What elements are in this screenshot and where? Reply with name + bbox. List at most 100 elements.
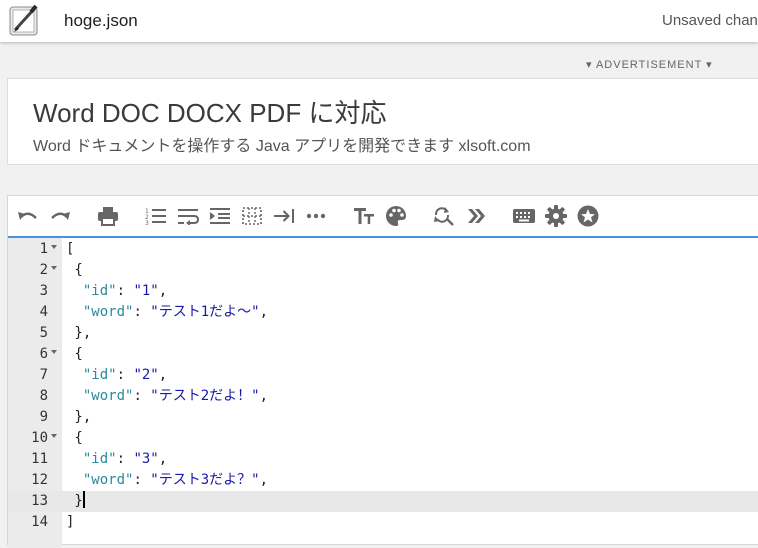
json-string-value: "1" bbox=[133, 283, 159, 299]
save-status: Unsaved changes bbox=[662, 12, 758, 29]
json-separator: : bbox=[133, 472, 151, 488]
code-text[interactable]: }, bbox=[66, 323, 91, 344]
json-comma: , bbox=[259, 304, 269, 320]
code-text[interactable]: "id": "2", bbox=[66, 365, 167, 386]
text-size-icon[interactable] bbox=[352, 205, 376, 227]
line-number: 4 bbox=[39, 304, 48, 320]
json-key: "id" bbox=[82, 367, 117, 383]
json-bracket: } bbox=[66, 493, 83, 509]
json-bracket: { bbox=[66, 430, 83, 446]
code-text[interactable]: }, bbox=[66, 407, 91, 428]
tab-icon[interactable] bbox=[272, 205, 296, 227]
numbered-list-icon[interactable]: 123 bbox=[144, 205, 168, 227]
line-number: 6 bbox=[39, 346, 48, 362]
code-line[interactable]: 8 "word": "テスト2だよ！", bbox=[8, 386, 758, 407]
code-line[interactable]: 4 "word": "テスト1だよ～", bbox=[8, 302, 758, 323]
json-string-value: "テスト2だよ！" bbox=[150, 388, 260, 404]
json-string-value: "2" bbox=[133, 367, 159, 383]
code-line[interactable]: 1[ bbox=[8, 239, 758, 260]
editor-toolbar: 123 bbox=[8, 196, 758, 238]
code-line[interactable]: 5 }, bbox=[8, 323, 758, 344]
pen-tablet-icon[interactable] bbox=[9, 4, 40, 37]
code-text[interactable]: ] bbox=[66, 512, 74, 533]
settings-icon[interactable] bbox=[544, 205, 568, 227]
json-key: "word" bbox=[82, 304, 134, 320]
json-string-value: "テスト3だよ？" bbox=[150, 472, 260, 488]
json-separator: : bbox=[116, 451, 134, 467]
code-text[interactable]: [ bbox=[66, 239, 74, 260]
code-editor[interactable]: 123 1 [2 {3 "id": "1", 4 "word": "テスト1… bbox=[7, 195, 758, 548]
more-icon[interactable] bbox=[304, 205, 328, 227]
json-comma: , bbox=[158, 451, 168, 467]
undo-icon[interactable] bbox=[16, 205, 40, 227]
star-icon[interactable] bbox=[576, 205, 600, 227]
indent-icon[interactable] bbox=[208, 205, 232, 227]
redo-icon[interactable] bbox=[48, 205, 72, 227]
app-header: hoge.json Unsaved changes bbox=[0, 0, 758, 42]
palette-icon[interactable] bbox=[384, 205, 408, 227]
find-replace-icon[interactable] bbox=[432, 205, 456, 227]
line-number: 3 bbox=[39, 283, 48, 299]
line-number: 2 bbox=[39, 262, 48, 278]
code-text[interactable]: "word": "テスト1だよ～", bbox=[66, 302, 268, 323]
code-line[interactable]: 10 { bbox=[8, 428, 758, 449]
json-comma: , bbox=[158, 283, 168, 299]
fold-toggle-icon[interactable] bbox=[51, 434, 57, 438]
line-number: 7 bbox=[39, 367, 48, 383]
print-icon[interactable] bbox=[96, 205, 120, 227]
json-bracket: { bbox=[66, 262, 83, 278]
line-number: 1 bbox=[39, 241, 48, 257]
code-line[interactable]: 11 "id": "3", bbox=[8, 449, 758, 470]
code-text[interactable]: } bbox=[66, 491, 85, 512]
json-bracket: }, bbox=[66, 325, 92, 341]
grid-icon[interactable] bbox=[240, 205, 264, 227]
json-separator: : bbox=[116, 367, 134, 383]
code-text[interactable]: "word": "テスト3だよ？", bbox=[66, 470, 268, 491]
ad-title[interactable]: Word DOC DOCX PDF に対応 bbox=[33, 93, 386, 130]
json-comma: , bbox=[158, 367, 168, 383]
json-bracket: { bbox=[66, 346, 83, 362]
code-line[interactable]: 2 { bbox=[8, 260, 758, 281]
code-line[interactable]: 14] bbox=[8, 512, 758, 533]
fold-toggle-icon[interactable] bbox=[51, 350, 57, 354]
code-text[interactable]: { bbox=[66, 428, 83, 449]
line-number: 11 bbox=[31, 451, 48, 467]
code-text[interactable]: { bbox=[66, 344, 83, 365]
file-name[interactable]: hoge.json bbox=[64, 11, 138, 31]
chevrons-icon[interactable] bbox=[464, 205, 488, 227]
svg-text:3: 3 bbox=[145, 220, 149, 225]
json-comma: , bbox=[259, 388, 269, 404]
code-line[interactable]: 7 "id": "2", bbox=[8, 365, 758, 386]
line-number: 8 bbox=[39, 388, 48, 404]
code-text[interactable]: "id": "3", bbox=[66, 449, 167, 470]
advertisement-label: ▾ ADVERTISEMENT ▾ bbox=[586, 59, 713, 71]
line-number: 13 bbox=[31, 493, 48, 509]
json-string-value: "テスト1だよ～" bbox=[150, 304, 260, 320]
json-key: "id" bbox=[82, 283, 117, 299]
advertisement-banner[interactable]: Word DOC DOCX PDF に対応 Word ドキュメントを操作する J… bbox=[7, 78, 758, 165]
json-separator: : bbox=[133, 388, 151, 404]
code-line[interactable]: 3 "id": "1", bbox=[8, 281, 758, 302]
code-line[interactable]: 6 { bbox=[8, 344, 758, 365]
code-text[interactable]: "word": "テスト2だよ！", bbox=[66, 386, 268, 407]
keyboard-icon[interactable] bbox=[512, 205, 536, 227]
ad-subtitle[interactable]: Word ドキュメントを操作する Java アプリを開発できます xlsoft.… bbox=[33, 132, 531, 156]
line-number: 12 bbox=[31, 472, 48, 488]
code-text[interactable]: { bbox=[66, 260, 83, 281]
fold-toggle-icon[interactable] bbox=[51, 245, 57, 249]
code-line[interactable]: 13 } bbox=[8, 491, 758, 512]
json-key: "word" bbox=[82, 388, 134, 404]
code-text[interactable]: "id": "1", bbox=[66, 281, 167, 302]
code-line[interactable]: 12 "word": "テスト3だよ？", bbox=[8, 470, 758, 491]
code-line[interactable]: 9 }, bbox=[8, 407, 758, 428]
fold-toggle-icon[interactable] bbox=[51, 266, 57, 270]
text-cursor bbox=[82, 491, 85, 508]
json-key: "id" bbox=[82, 451, 117, 467]
wrap-icon[interactable] bbox=[176, 205, 200, 227]
